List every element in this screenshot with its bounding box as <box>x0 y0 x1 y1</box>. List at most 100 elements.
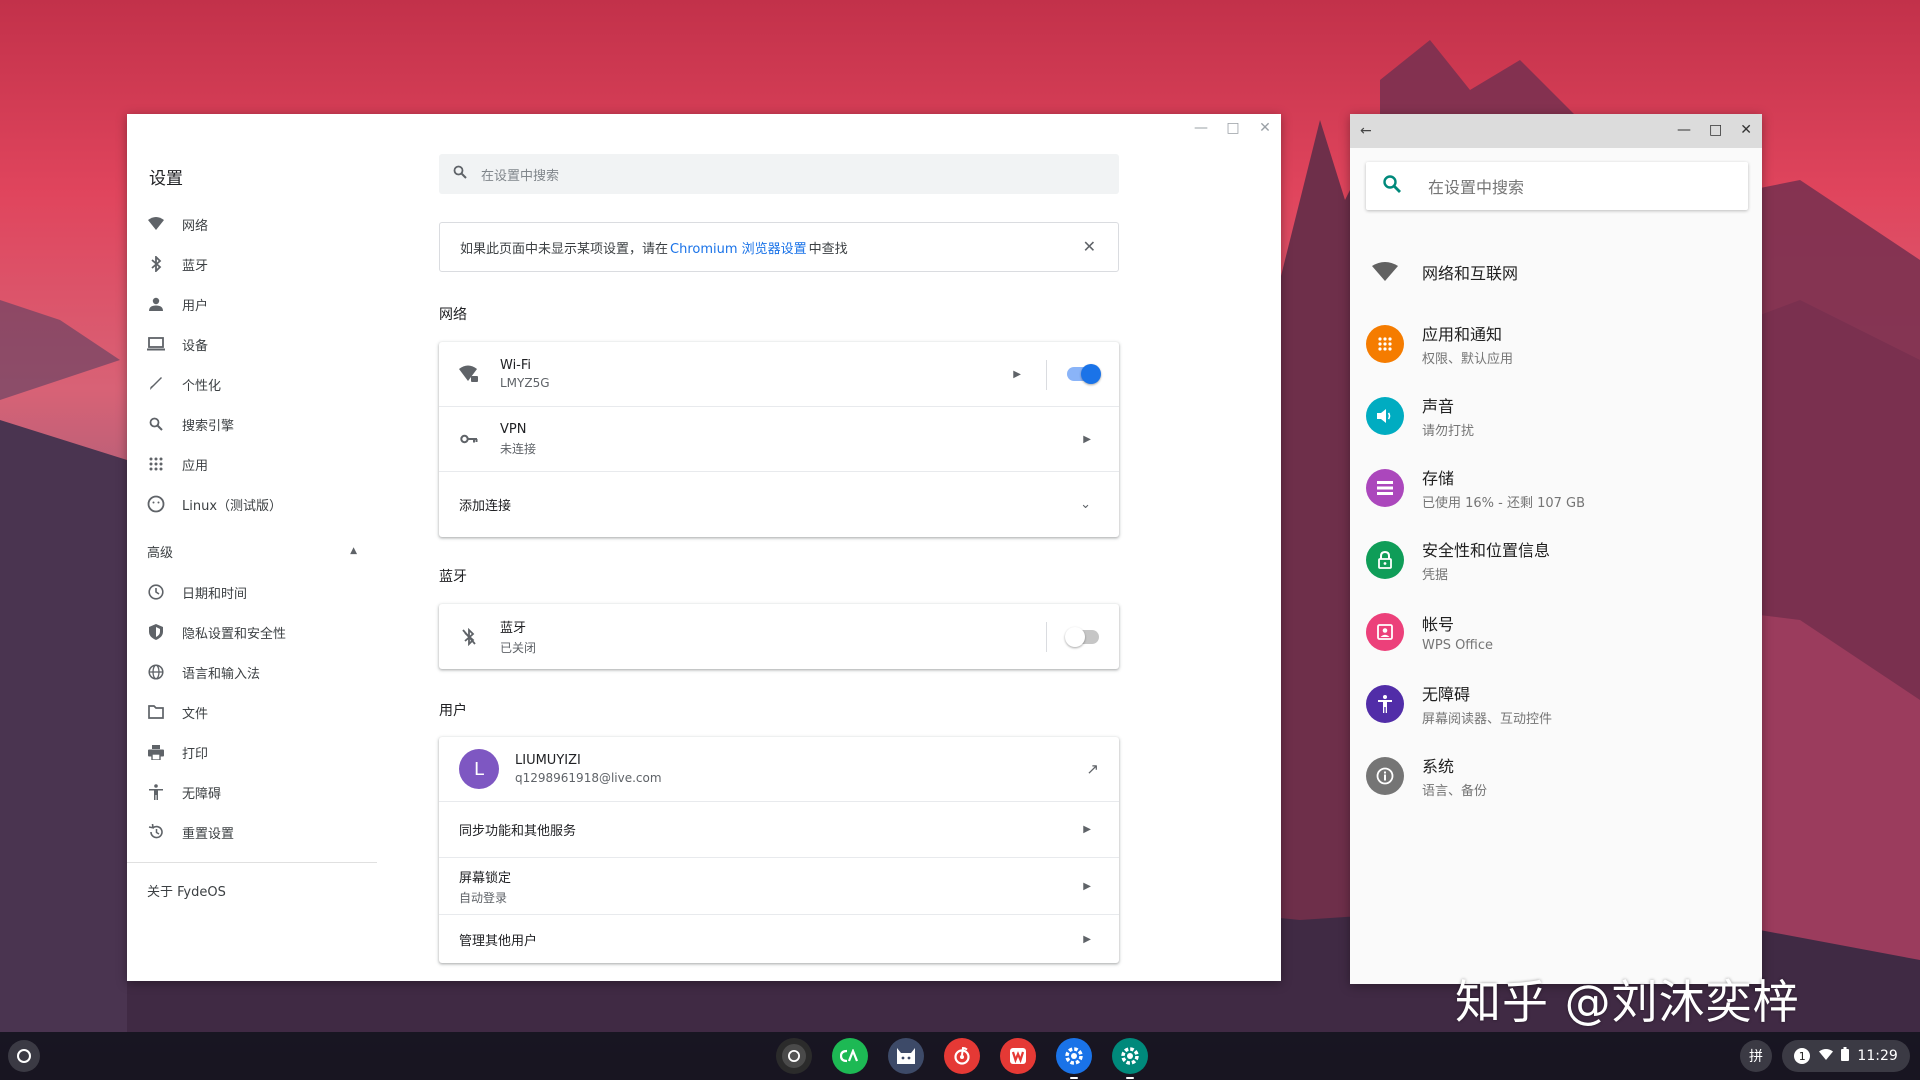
sidebar-item-date-time[interactable]: 日期和时间 <box>127 572 377 612</box>
android-item-network[interactable]: 网络和互联网 <box>1350 236 1762 308</box>
screen-lock-label: 屏幕锁定 <box>459 870 512 886</box>
sidebar-item-accessibility[interactable]: 无障碍 <box>127 772 377 812</box>
bluetooth-row[interactable]: 蓝牙 已关闭 <box>439 604 1119 669</box>
back-arrow-icon[interactable]: ← <box>1360 123 1372 139</box>
android-item-storage[interactable]: 存储 已使用 16% - 还剩 107 GB <box>1350 452 1762 524</box>
android-settings-list: 网络和互联网 应用和通知 权限、默认应用 声音 请勿打扰 存储 已使用 16% - 还… <box>1350 236 1762 812</box>
laptop-icon <box>147 335 165 353</box>
sidebar-item-label: 隐私设置和安全性 <box>182 626 287 642</box>
android-item-accessibility[interactable]: 无障碍 屏幕阅读器、互动控件 <box>1350 668 1762 740</box>
sidebar: 网络 蓝牙 用户 设备 个性化 搜索引擎 应用 Linux（测试版） 高级 ▲ … <box>127 204 377 900</box>
info-icon <box>1366 757 1404 795</box>
status-tray[interactable]: 1 11:29 <box>1782 1040 1910 1072</box>
termius-app-icon[interactable] <box>832 1038 868 1074</box>
person-icon <box>147 295 165 313</box>
launcher-button[interactable] <box>8 1040 40 1072</box>
maximize-icon[interactable]: □ <box>1709 122 1722 138</box>
sidebar-item-linux[interactable]: Linux（测试版） <box>127 484 377 524</box>
cat-app-icon[interactable] <box>888 1038 924 1074</box>
sidebar-item-label: 日期和时间 <box>182 586 248 602</box>
item-title: 帐号 <box>1422 615 1455 634</box>
sidebar-item-personalization[interactable]: 个性化 <box>127 364 377 404</box>
sidebar-item-label: Linux（测试版） <box>182 498 283 514</box>
android-item-system[interactable]: 系统 语言、备份 <box>1350 740 1762 812</box>
sidebar-item-label: 个性化 <box>182 378 222 394</box>
add-connection-label: 添加连接 <box>459 499 512 514</box>
close-icon[interactable]: ✕ <box>1083 237 1096 256</box>
minimize-icon[interactable]: — <box>1677 122 1691 138</box>
sidebar-item-label: 文件 <box>182 706 209 722</box>
vpn-row[interactable]: VPN 未连接 ▶ <box>439 407 1119 472</box>
notice-text-pre: 如果此页面中未显示某项设置，请在 <box>460 241 669 257</box>
sidebar-item-device[interactable]: 设备 <box>127 324 377 364</box>
wifi-row[interactable]: Wi-Fi LMYZ5G ▶ <box>439 342 1119 407</box>
avatar: L <box>459 749 499 789</box>
ime-indicator[interactable]: 拼 <box>1740 1040 1772 1072</box>
sidebar-item-search-engine[interactable]: 搜索引擎 <box>127 404 377 444</box>
sidebar-item-privacy[interactable]: 隐私设置和安全性 <box>127 612 377 652</box>
android-item-security[interactable]: 安全性和位置信息 凭据 <box>1350 524 1762 596</box>
android-item-apps[interactable]: 应用和通知 权限、默认应用 <box>1350 308 1762 380</box>
sidebar-item-bluetooth[interactable]: 蓝牙 <box>127 244 377 284</box>
accessibility-icon <box>147 783 165 801</box>
watermark: 知乎 @刘沐奕梓 <box>1455 975 1800 1029</box>
browser-settings-notice: 如果此页面中未显示某项设置，请在 Chromium 浏览器设置 中查找 ✕ <box>439 222 1119 272</box>
storage-icon <box>1366 469 1404 507</box>
running-indicator <box>1126 1077 1134 1079</box>
running-indicator <box>1070 1077 1078 1079</box>
android-settings-app-icon[interactable] <box>1112 1038 1148 1079</box>
item-subtitle: 请勿打扰 <box>1422 424 1475 439</box>
lock-icon <box>1366 541 1404 579</box>
sidebar-item-about[interactable]: 关于 FydeOS <box>127 881 377 900</box>
chevron-right-icon: ▶ <box>1083 824 1091 835</box>
shelf-apps <box>776 1038 1148 1079</box>
item-subtitle: 语言、备份 <box>1422 784 1488 799</box>
wifi-icon <box>1366 253 1404 291</box>
globe-icon <box>147 663 165 681</box>
volume-icon <box>1366 397 1404 435</box>
maximize-icon[interactable]: □ <box>1225 120 1241 136</box>
account-row[interactable]: L LIUMUYIZI q1298961918@live.com ↗ <box>439 737 1119 802</box>
bluetooth-toggle[interactable] <box>1065 626 1099 647</box>
search-icon <box>147 415 165 433</box>
sidebar-item-apps[interactable]: 应用 <box>127 444 377 484</box>
advanced-toggle[interactable]: 高级 ▲ <box>127 530 377 572</box>
netease-music-app-icon[interactable] <box>944 1038 980 1074</box>
screen-lock-row[interactable]: 屏幕锁定 自动登录 ▶ <box>439 858 1119 915</box>
sidebar-item-reset[interactable]: 重置设置 <box>127 812 377 852</box>
sidebar-item-languages[interactable]: 语言和输入法 <box>127 652 377 692</box>
android-search-field[interactable]: 在设置中搜索 <box>1366 162 1748 210</box>
item-title: 应用和通知 <box>1422 325 1503 344</box>
close-icon[interactable]: ✕ <box>1257 120 1273 136</box>
wps-office-app-icon[interactable] <box>1000 1038 1036 1074</box>
open-external-icon[interactable]: ↗ <box>1086 760 1099 778</box>
sync-row[interactable]: 同步功能和其他服务 ▶ <box>439 802 1119 858</box>
close-icon[interactable]: ✕ <box>1740 122 1752 138</box>
battery-icon <box>1841 1047 1850 1065</box>
sidebar-item-files[interactable]: 文件 <box>127 692 377 732</box>
settings-search-field[interactable]: 在设置中搜索 <box>439 154 1119 194</box>
sidebar-item-people[interactable]: 用户 <box>127 284 377 324</box>
page-title: 设置 <box>149 169 183 189</box>
section-title-network: 网络 <box>439 307 467 323</box>
bluetooth-status: 已关闭 <box>500 641 537 655</box>
launcher-circle-icon <box>17 1049 31 1063</box>
android-item-sound[interactable]: 声音 请勿打扰 <box>1350 380 1762 452</box>
minimize-icon[interactable]: — <box>1193 120 1209 136</box>
bluetooth-label: 蓝牙 <box>500 621 527 636</box>
sidebar-item-label: 打印 <box>182 746 209 762</box>
chromium-app-icon[interactable] <box>776 1038 812 1074</box>
add-connection-row[interactable]: 添加连接 ⌄ <box>439 472 1119 537</box>
android-item-accounts[interactable]: 帐号 WPS Office <box>1350 596 1762 668</box>
sidebar-item-network[interactable]: 网络 <box>127 204 377 244</box>
chevron-right-icon[interactable]: ▶ <box>1013 369 1021 380</box>
chevron-right-icon: ▶ <box>1083 880 1091 892</box>
vpn-status: 未连接 <box>500 441 537 456</box>
section-title-people: 用户 <box>439 703 467 719</box>
sidebar-item-printing[interactable]: 打印 <box>127 732 377 772</box>
manage-users-row[interactable]: 管理其他用户 ▶ <box>439 915 1119 963</box>
bluetooth-disabled-icon <box>459 627 479 647</box>
settings-app-icon[interactable] <box>1056 1038 1092 1079</box>
chromium-settings-link[interactable]: Chromium 浏览器设置 <box>670 238 807 257</box>
wifi-toggle[interactable] <box>1067 364 1101 384</box>
